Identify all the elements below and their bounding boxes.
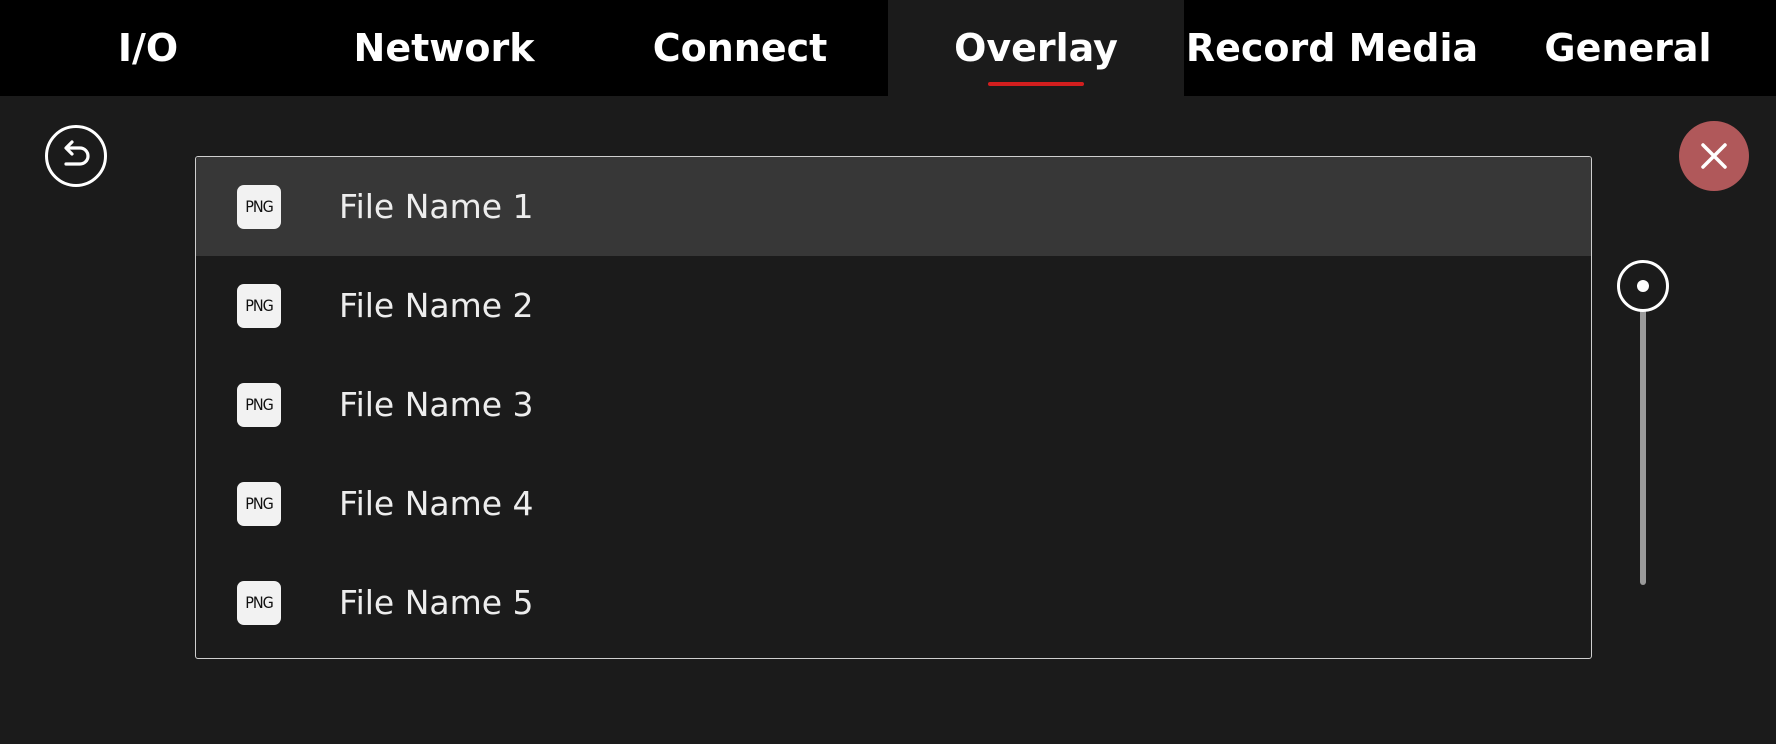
undo-arrow-icon <box>64 140 90 166</box>
tab-label: Overlay <box>954 26 1118 70</box>
tab-label: Record Media <box>1185 26 1479 70</box>
file-name: File Name 5 <box>339 583 534 622</box>
file-name: File Name 3 <box>339 385 534 424</box>
file-row-3[interactable]: PNG File Name 3 <box>196 355 1591 454</box>
file-name: File Name 2 <box>339 286 534 325</box>
active-tab-indicator <box>988 82 1084 86</box>
png-file-icon: PNG <box>237 184 281 229</box>
tab-record-media[interactable]: Record Media <box>1184 0 1480 96</box>
tab-network[interactable]: Network <box>296 0 592 96</box>
file-name: File Name 4 <box>339 484 534 523</box>
file-row-5[interactable]: PNG File Name 5 <box>196 553 1591 652</box>
file-row-4[interactable]: PNG File Name 4 <box>196 454 1591 553</box>
close-icon <box>1701 143 1727 169</box>
png-file-icon: PNG <box>237 580 281 625</box>
scrollbar-track[interactable] <box>1640 283 1646 585</box>
tab-io[interactable]: I/O <box>0 0 296 96</box>
tab-label: General <box>1544 26 1712 70</box>
file-list[interactable]: PNG File Name 1 PNG File Name 2 PNG File… <box>195 156 1592 659</box>
file-row-2[interactable]: PNG File Name 2 <box>196 256 1591 355</box>
png-file-icon: PNG <box>237 382 281 427</box>
png-file-icon: PNG <box>237 481 281 526</box>
scrollbar-thumb[interactable] <box>1617 260 1669 312</box>
back-button[interactable] <box>45 125 107 187</box>
close-button[interactable] <box>1679 121 1749 191</box>
tab-overlay[interactable]: Overlay <box>888 0 1184 96</box>
file-row-1[interactable]: PNG File Name 1 <box>196 157 1591 256</box>
file-name: File Name 1 <box>339 187 534 226</box>
png-file-icon: PNG <box>237 283 281 328</box>
tab-general[interactable]: General <box>1480 0 1776 96</box>
scrollbar-thumb-dot <box>1637 280 1649 292</box>
tab-label: I/O <box>117 26 179 70</box>
tab-bar: I/O Network Connect Overlay Record Media… <box>0 0 1776 96</box>
tab-label: Connect <box>652 26 828 70</box>
tab-label: Network <box>353 26 535 70</box>
tab-connect[interactable]: Connect <box>592 0 888 96</box>
